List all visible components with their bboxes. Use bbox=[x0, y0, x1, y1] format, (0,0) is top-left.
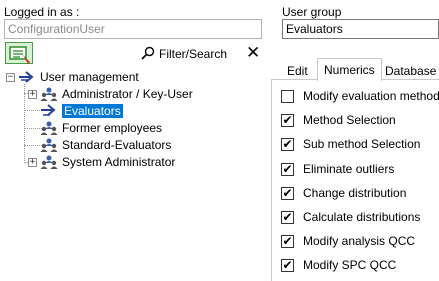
tab-numerics[interactable]: Numerics bbox=[317, 58, 382, 81]
checkbox[interactable]: ✔ bbox=[281, 162, 294, 176]
tab-edit[interactable]: Edit bbox=[281, 62, 314, 80]
user-group-icon bbox=[40, 154, 58, 170]
tree-label: Evaluators bbox=[62, 104, 123, 118]
permission-eliminate-outliers[interactable]: ✔ Eliminate outliers bbox=[281, 162, 394, 176]
checkbox[interactable]: ✔ bbox=[281, 210, 294, 224]
permission-label: Change distribution bbox=[303, 186, 407, 200]
tree-item-evaluators[interactable]: Evaluators bbox=[40, 102, 123, 120]
close-icon: ✕ bbox=[246, 43, 261, 62]
tab-database[interactable]: Database bbox=[379, 62, 439, 80]
checkbox[interactable]: ✔ bbox=[281, 234, 294, 248]
arrow-icon bbox=[40, 103, 58, 119]
permission-sub-method-selection[interactable]: ✔ Sub method Selection bbox=[281, 137, 420, 151]
tree-item-standard-evaluators[interactable]: Standard-Evaluators bbox=[40, 136, 171, 154]
user-group-field[interactable]: Evaluators bbox=[282, 19, 439, 39]
arrow-icon bbox=[18, 69, 36, 85]
tree-label: User management bbox=[40, 70, 139, 84]
numerics-panel: Modify evaluation method ✔ Method Select… bbox=[271, 80, 439, 281]
search-icon bbox=[141, 46, 155, 63]
user-admin-tool-icon[interactable] bbox=[5, 42, 33, 64]
tree-item-former-employees[interactable]: Former employees bbox=[40, 119, 162, 137]
user-tree[interactable]: − User management + Administrator / Key-… bbox=[6, 67, 264, 281]
permission-calculate-distributions[interactable]: ✔ Calculate distributions bbox=[281, 210, 420, 224]
permission-label: Method Selection bbox=[303, 113, 396, 127]
permission-label: Sub method Selection bbox=[303, 137, 421, 151]
clear-filter-button[interactable]: ✕ bbox=[246, 44, 260, 61]
checkbox[interactable]: ✔ bbox=[281, 137, 294, 151]
permission-label: Eliminate outliers bbox=[303, 162, 395, 176]
permission-change-distribution[interactable]: ✔ Change distribution bbox=[281, 186, 406, 200]
tree-label: Administrator / Key-User bbox=[62, 87, 193, 101]
permission-tabs: Edit Numerics Database bbox=[271, 58, 439, 81]
permission-label: Modify SPC QCC bbox=[303, 258, 397, 272]
expand-icon[interactable]: + bbox=[28, 157, 37, 167]
user-group-icon bbox=[40, 120, 58, 136]
permission-label: Modify analysis QCC bbox=[303, 234, 416, 248]
permission-modify-analysis-qcc[interactable]: ✔ Modify analysis QCC bbox=[281, 234, 415, 248]
user-group-icon bbox=[40, 86, 58, 102]
permission-modify-evaluation-method[interactable]: Modify evaluation method bbox=[281, 89, 439, 103]
tree-item-system-administrator[interactable]: + System Administrator bbox=[28, 153, 175, 171]
collapse-icon[interactable]: − bbox=[6, 72, 15, 82]
checkbox[interactable] bbox=[281, 89, 294, 103]
checkbox[interactable]: ✔ bbox=[281, 186, 294, 200]
tree-item-administrator[interactable]: + Administrator / Key-User bbox=[28, 85, 193, 103]
user-group-icon bbox=[40, 137, 58, 153]
permission-label: Calculate distributions bbox=[303, 210, 421, 224]
user-group-label: User group bbox=[282, 5, 342, 19]
tree-label: Standard-Evaluators bbox=[62, 138, 172, 152]
permission-modify-spc-qcc[interactable]: ✔ Modify SPC QCC bbox=[281, 258, 396, 272]
checkbox[interactable]: ✔ bbox=[281, 258, 294, 272]
permission-label: Modify evaluation method bbox=[303, 89, 439, 103]
tree-label: System Administrator bbox=[62, 155, 176, 169]
checkbox[interactable]: ✔ bbox=[281, 113, 294, 127]
filter-search-button[interactable]: Filter/Search bbox=[141, 45, 227, 63]
permission-method-selection[interactable]: ✔ Method Selection bbox=[281, 113, 396, 127]
filter-search-label: Filter/Search bbox=[159, 47, 228, 61]
tree-label: Former employees bbox=[62, 121, 163, 135]
tree-root-user-management[interactable]: − User management bbox=[6, 68, 139, 86]
logged-in-field: ConfigurationUser bbox=[4, 19, 262, 39]
expand-icon[interactable]: + bbox=[28, 89, 37, 99]
logged-in-label: Logged in as : bbox=[4, 5, 80, 19]
